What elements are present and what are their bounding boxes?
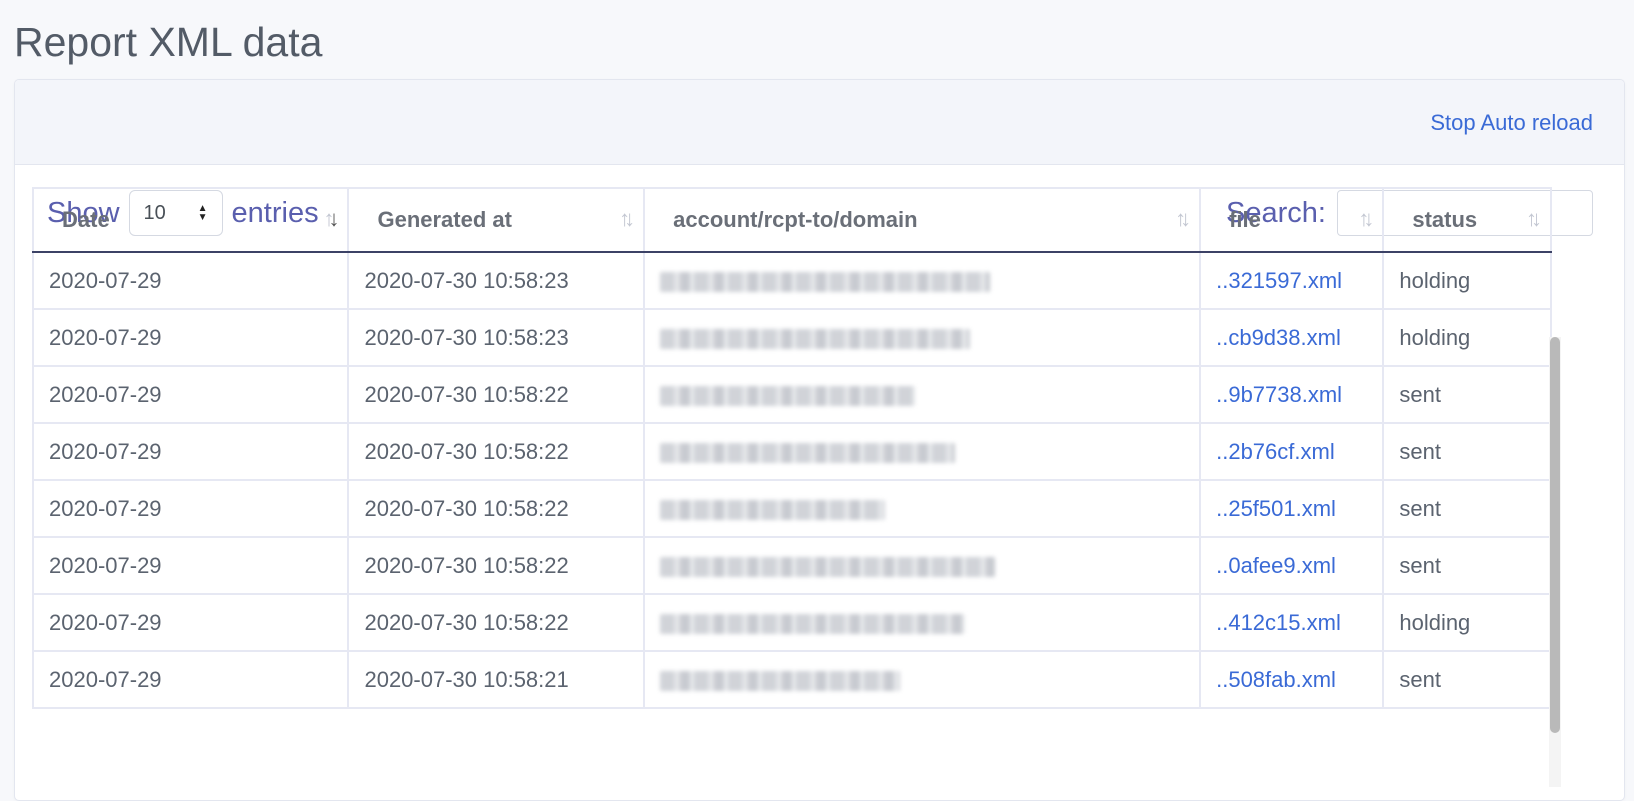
cell-date: 2020-07-29 bbox=[31, 536, 350, 595]
cell-status: holding bbox=[1382, 593, 1552, 652]
cell-domain bbox=[643, 308, 1202, 367]
cell-generated-at: 2020-07-30 10:58:22 bbox=[347, 365, 646, 424]
file-link[interactable]: ..508fab.xml bbox=[1216, 667, 1336, 692]
column-label: Date bbox=[62, 207, 110, 232]
card-header: Stop Auto reload bbox=[15, 80, 1624, 165]
table-row: 2020-07-29 2020-07-30 10:58:22 ..2b76cf.… bbox=[31, 422, 1552, 481]
file-link[interactable]: ..cb9d38.xml bbox=[1216, 325, 1341, 350]
file-link[interactable]: ..25f501.xml bbox=[1216, 496, 1336, 521]
cell-date: 2020-07-29 bbox=[31, 650, 350, 709]
file-link[interactable]: ..321597.xml bbox=[1216, 268, 1342, 293]
cell-domain bbox=[643, 479, 1202, 538]
redacted-domain bbox=[660, 499, 886, 520]
cell-file: ..0afee9.xml bbox=[1199, 536, 1385, 595]
column-label: Generated at bbox=[377, 207, 512, 232]
cell-domain bbox=[643, 536, 1202, 595]
sort-icon: ↑↓ bbox=[1526, 206, 1542, 231]
page-title: Report XML data bbox=[14, 19, 323, 65]
sort-desc-icon: ↑↓ bbox=[323, 206, 339, 231]
cell-domain bbox=[643, 251, 1202, 310]
column-label: file bbox=[1229, 207, 1261, 232]
cell-generated-at: 2020-07-30 10:58:21 bbox=[347, 650, 646, 709]
cell-date: 2020-07-29 bbox=[31, 365, 350, 424]
cell-file: ..25f501.xml bbox=[1199, 479, 1385, 538]
table-row: 2020-07-29 2020-07-30 10:58:23 ..cb9d38.… bbox=[31, 308, 1552, 367]
redacted-domain bbox=[660, 271, 991, 292]
cell-file: ..2b76cf.xml bbox=[1199, 422, 1385, 481]
report-table: Date ↑↓ Generated at ↑↓ account/rcpt-to/… bbox=[31, 187, 1552, 709]
cell-date: 2020-07-29 bbox=[31, 308, 350, 367]
cell-domain bbox=[643, 422, 1202, 481]
sort-icon: ↑↓ bbox=[1358, 206, 1374, 231]
redacted-domain bbox=[660, 385, 916, 406]
cell-file: ..9b7738.xml bbox=[1199, 365, 1385, 424]
cell-generated-at: 2020-07-30 10:58:22 bbox=[347, 593, 646, 652]
column-header-status[interactable]: status ↑↓ bbox=[1382, 187, 1552, 253]
cell-date: 2020-07-29 bbox=[31, 479, 350, 538]
cell-generated-at: 2020-07-30 10:58:22 bbox=[347, 536, 646, 595]
file-link[interactable]: ..412c15.xml bbox=[1216, 610, 1341, 635]
sort-icon: ↑↓ bbox=[619, 206, 635, 231]
column-header-file[interactable]: file ↑↓ bbox=[1199, 187, 1385, 253]
cell-status: sent bbox=[1382, 536, 1552, 595]
sort-icon: ↑↓ bbox=[1175, 206, 1191, 231]
redacted-domain bbox=[660, 613, 966, 634]
cell-status: holding bbox=[1382, 308, 1552, 367]
cell-date: 2020-07-29 bbox=[31, 422, 350, 481]
cell-status: holding bbox=[1382, 251, 1552, 310]
file-link[interactable]: ..2b76cf.xml bbox=[1216, 439, 1335, 464]
column-label: status bbox=[1412, 207, 1478, 232]
redacted-domain bbox=[660, 556, 996, 577]
file-link[interactable]: ..9b7738.xml bbox=[1216, 382, 1342, 407]
table-scrollbar-thumb[interactable] bbox=[1550, 337, 1560, 733]
cell-file: ..508fab.xml bbox=[1199, 650, 1385, 709]
table-row: 2020-07-29 2020-07-30 10:58:23 ..321597.… bbox=[31, 251, 1552, 310]
table-row: 2020-07-29 2020-07-30 10:58:22 ..412c15.… bbox=[31, 593, 1552, 652]
cell-status: sent bbox=[1382, 365, 1552, 424]
cell-domain bbox=[643, 365, 1202, 424]
cell-domain bbox=[643, 593, 1202, 652]
cell-domain bbox=[643, 650, 1202, 709]
cell-status: sent bbox=[1382, 650, 1552, 709]
table-row: 2020-07-29 2020-07-30 10:58:22 ..9b7738.… bbox=[31, 365, 1552, 424]
table-row: 2020-07-29 2020-07-30 10:58:22 ..25f501.… bbox=[31, 479, 1552, 538]
column-header-date[interactable]: Date ↑↓ bbox=[31, 187, 350, 253]
cell-date: 2020-07-29 bbox=[31, 251, 350, 310]
column-header-generated-at[interactable]: Generated at ↑↓ bbox=[347, 187, 646, 253]
table-header-row: Date ↑↓ Generated at ↑↓ account/rcpt-to/… bbox=[31, 187, 1552, 253]
cell-file: ..321597.xml bbox=[1199, 251, 1385, 310]
redacted-domain bbox=[660, 442, 956, 463]
cell-date: 2020-07-29 bbox=[31, 593, 350, 652]
cell-file: ..412c15.xml bbox=[1199, 593, 1385, 652]
file-link[interactable]: ..0afee9.xml bbox=[1216, 553, 1336, 578]
table-row: 2020-07-29 2020-07-30 10:58:21 ..508fab.… bbox=[31, 650, 1552, 709]
column-header-domain[interactable]: account/rcpt-to/domain ↑↓ bbox=[643, 187, 1202, 253]
column-label: account/rcpt-to/domain bbox=[673, 207, 918, 232]
cell-status: sent bbox=[1382, 479, 1552, 538]
cell-status: sent bbox=[1382, 422, 1552, 481]
cell-file: ..cb9d38.xml bbox=[1199, 308, 1385, 367]
stop-auto-reload-link[interactable]: Stop Auto reload bbox=[1430, 110, 1593, 136]
redacted-domain bbox=[660, 328, 971, 349]
cell-generated-at: 2020-07-30 10:58:22 bbox=[347, 422, 646, 481]
table-row: 2020-07-29 2020-07-30 10:58:22 ..0afee9.… bbox=[31, 536, 1552, 595]
redacted-domain bbox=[660, 670, 901, 691]
cell-generated-at: 2020-07-30 10:58:22 bbox=[347, 479, 646, 538]
table-wrapper: Date ↑↓ Generated at ↑↓ account/rcpt-to/… bbox=[31, 187, 1566, 709]
cell-generated-at: 2020-07-30 10:58:23 bbox=[347, 251, 646, 310]
cell-generated-at: 2020-07-30 10:58:23 bbox=[347, 308, 646, 367]
